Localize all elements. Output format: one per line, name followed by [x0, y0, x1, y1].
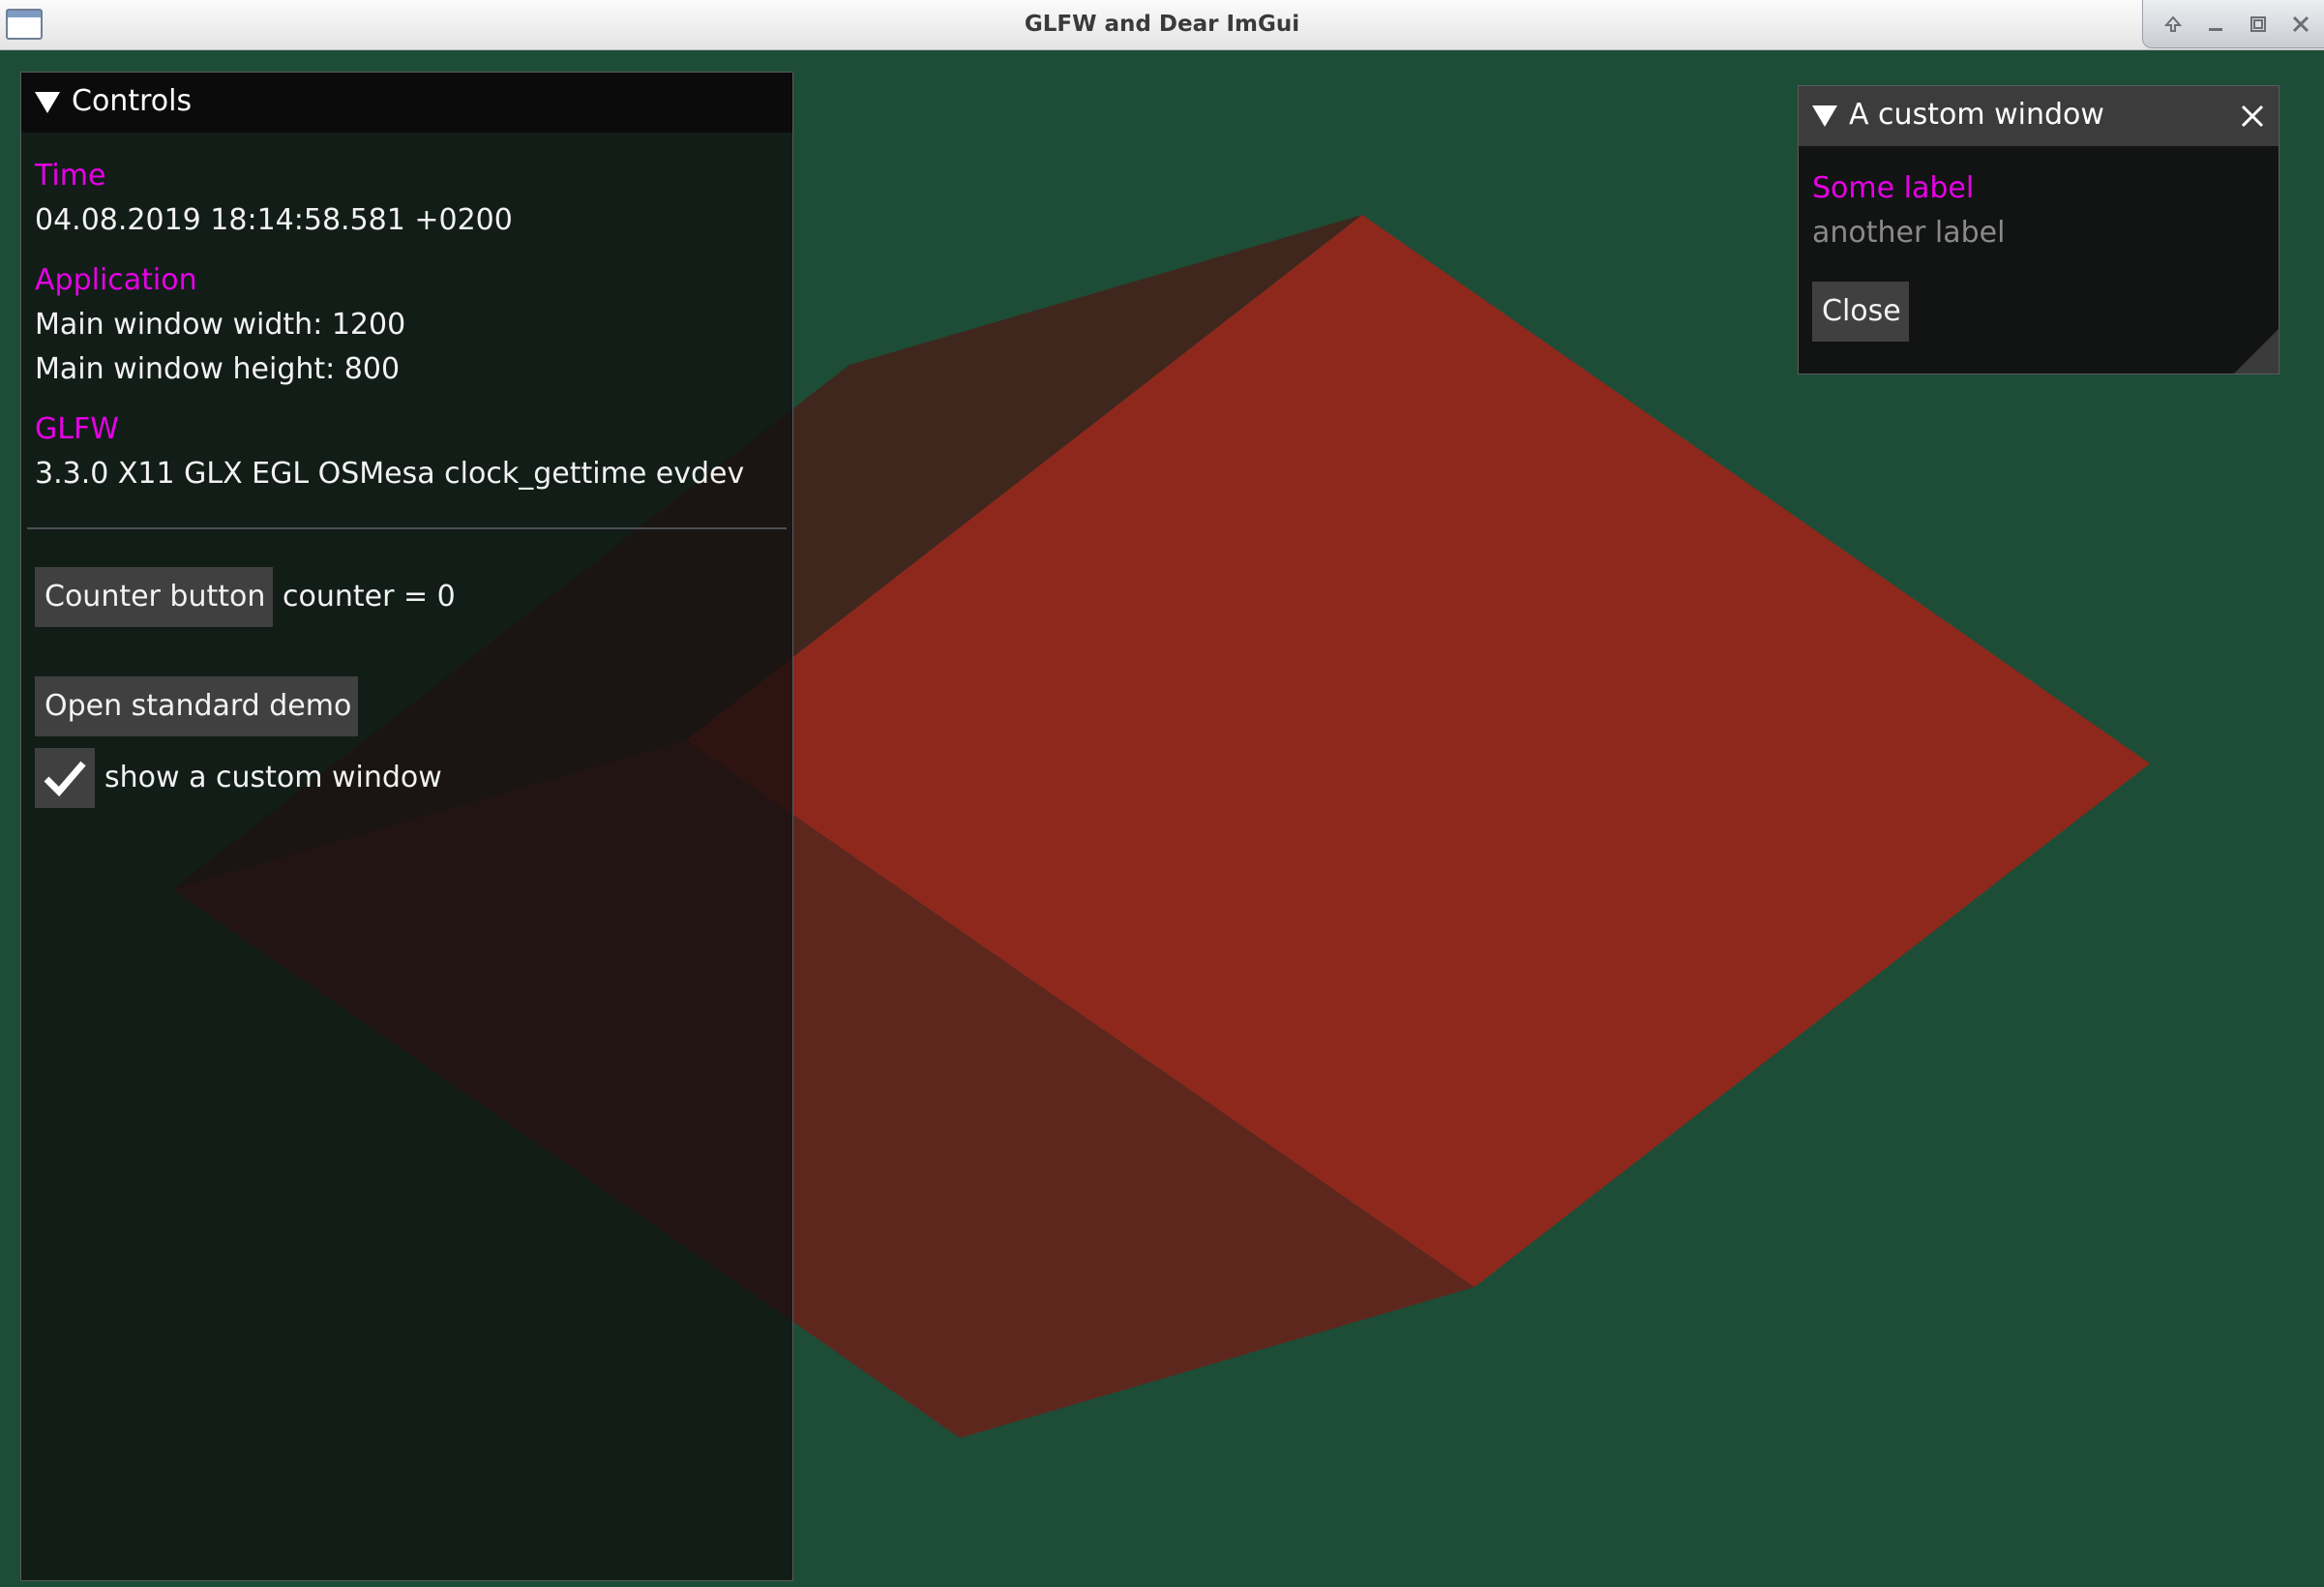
close-icon — [2292, 15, 2309, 33]
custom-window-header[interactable]: A custom window — [1799, 86, 2279, 146]
minimize-icon — [2209, 28, 2222, 31]
close-window-button[interactable]: Close — [1812, 282, 1909, 342]
another-label: another label — [1812, 216, 2006, 250]
resize-grip[interactable] — [2234, 329, 2279, 374]
checkmark-icon — [44, 761, 86, 797]
os-title-bar[interactable]: GLFW and Dear ImGui — [0, 0, 2324, 50]
controls-window-header[interactable]: Controls — [21, 73, 792, 133]
time-value: 04.08.2019 18:14:58.581 +0200 — [35, 203, 513, 237]
custom-window-title: A custom window — [1849, 98, 2104, 132]
glfw-version: 3.3.0 X11 GLX EGL OSMesa clock_gettime e… — [35, 457, 745, 491]
some-label: Some label — [1812, 171, 1975, 205]
section-heading-glfw: GLFW — [35, 412, 119, 446]
window-title: GLFW and Dear ImGui — [1024, 12, 1300, 37]
show-custom-window-label[interactable]: show a custom window — [104, 761, 442, 795]
shade-button[interactable] — [2157, 8, 2190, 41]
collapse-arrow-icon[interactable] — [35, 92, 60, 113]
maximize-button[interactable] — [2242, 8, 2275, 41]
custom-window[interactable]: A custom window Some label another label… — [1798, 85, 2279, 374]
close-icon[interactable] — [2236, 100, 2269, 133]
close-button[interactable] — [2284, 8, 2317, 41]
counter-button[interactable]: Counter button — [35, 567, 273, 627]
main-window-width: Main window width: 1200 — [35, 308, 406, 342]
controls-window-title: Controls — [72, 84, 193, 118]
open-standard-demo-button[interactable]: Open standard demo — [35, 676, 358, 736]
main-window-height: Main window height: 800 — [35, 352, 401, 386]
window-controls — [2142, 0, 2324, 48]
controls-window[interactable]: Controls Time 04.08.2019 18:14:58.581 +0… — [20, 72, 793, 1581]
minimize-button[interactable] — [2199, 8, 2232, 41]
section-heading-time: Time — [35, 159, 106, 193]
show-custom-window-checkbox[interactable] — [35, 748, 95, 808]
arrow-up-icon — [2163, 15, 2183, 32]
separator — [27, 527, 787, 529]
section-heading-application: Application — [35, 263, 197, 297]
counter-value: counter = 0 — [283, 580, 456, 614]
collapse-arrow-icon[interactable] — [1812, 105, 1837, 127]
maximize-icon — [2250, 16, 2266, 32]
